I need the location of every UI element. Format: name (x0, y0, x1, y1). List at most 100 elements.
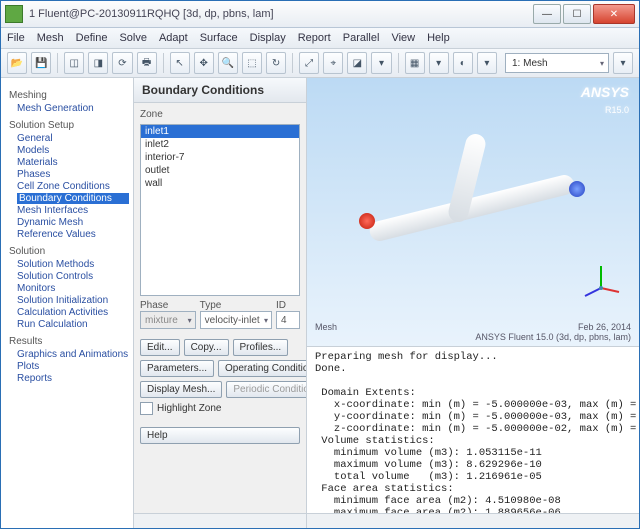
tree-item-run-calc[interactable]: Run Calculation (17, 319, 129, 330)
task-panel: Boundary Conditions Zone inlet1 inlet2 i… (134, 78, 307, 528)
type-select[interactable]: velocity-inlet (200, 311, 272, 329)
operating-conditions-button[interactable]: Operating Conditions... (218, 360, 306, 377)
menu-parallel[interactable]: Parallel (343, 32, 380, 44)
menu-solve[interactable]: Solve (119, 32, 147, 44)
outlet-cap (569, 181, 585, 197)
zone-item-inlet1[interactable]: inlet1 (141, 125, 299, 138)
tree-item-phases[interactable]: Phases (17, 169, 129, 180)
axis-triad-icon (581, 258, 621, 298)
tree-item-dynamic-mesh[interactable]: Dynamic Mesh (17, 217, 129, 228)
phase-select[interactable]: mixture (140, 311, 196, 329)
graphics-viewport[interactable]: ANSYSR15.0 Mesh Feb 26, 2014ANSYS Fluent… (307, 78, 639, 346)
window-title: 1 Fluent@PC-20130911RQHQ [3d, dp, pbns, … (29, 8, 533, 20)
viewport-date: Feb 26, 2014 (578, 322, 631, 332)
tree-solution-setup-header: Solution Setup (9, 120, 129, 131)
tree-item-monitors[interactable]: Monitors (17, 283, 129, 294)
tree-item-ref-values[interactable]: Reference Values (17, 229, 129, 240)
menu-display[interactable]: Display (250, 32, 286, 44)
menu-report[interactable]: Report (298, 32, 331, 44)
tree-solution-header: Solution (9, 246, 129, 257)
ansys-logo: ANSYSR15.0 (581, 84, 629, 116)
copy-button[interactable]: Copy... (184, 339, 229, 356)
menu-surface[interactable]: Surface (200, 32, 238, 44)
refresh-icon[interactable]: ⟳ (112, 52, 132, 74)
edit-button[interactable]: Edit... (140, 339, 180, 356)
menu-define[interactable]: Define (76, 32, 108, 44)
tree-item-methods[interactable]: Solution Methods (17, 259, 129, 270)
pan-icon[interactable]: ✥ (194, 52, 214, 74)
tree-item-mesh-interfaces[interactable]: Mesh Interfaces (17, 205, 129, 216)
tree-item-calc-act[interactable]: Calculation Activities (17, 307, 129, 318)
minimize-button[interactable]: — (533, 4, 561, 24)
viewport-label: Mesh (315, 322, 337, 342)
menu-adapt[interactable]: Adapt (159, 32, 188, 44)
light-icon[interactable]: ▾ (429, 52, 449, 74)
id-label: ID (276, 300, 300, 311)
tree-meshing-header: Meshing (9, 90, 129, 101)
menu-file[interactable]: File (7, 32, 25, 44)
viewport-selector[interactable]: 1: Mesh (505, 53, 609, 73)
text-console[interactable]: Preparing mesh for display... Done. Doma… (307, 346, 639, 513)
save-icon[interactable]: 💾 (31, 52, 51, 74)
zone-item-wall[interactable]: wall (141, 177, 299, 190)
highlight-zone-checkbox[interactable]: Highlight Zone (140, 402, 300, 415)
zoom-in-icon[interactable]: 🔍 (218, 52, 238, 74)
panel-title: Boundary Conditions (134, 78, 306, 103)
tree-item-controls[interactable]: Solution Controls (17, 271, 129, 282)
id-field[interactable]: 4 (276, 311, 300, 329)
highlight-zone-label: Highlight Zone (157, 403, 221, 414)
pointer-icon[interactable]: ↖ (170, 52, 190, 74)
maximize-button[interactable]: ☐ (563, 4, 591, 24)
iso-icon[interactable]: ◪ (347, 52, 367, 74)
menu-help[interactable]: Help (427, 32, 450, 44)
tree-item-boundary-conditions[interactable]: Boundary Conditions (17, 193, 129, 204)
titlebar: 1 Fluent@PC-20130911RQHQ [3d, dp, pbns, … (1, 1, 639, 28)
tree-results-header: Results (9, 336, 129, 347)
viewport-options-icon[interactable]: ▾ (613, 52, 633, 74)
wire-icon[interactable]: ▾ (477, 52, 497, 74)
tree-item-mesh-generation[interactable]: Mesh Generation (17, 103, 129, 114)
zoom-box-icon[interactable]: ⬚ (242, 52, 262, 74)
tree-item-cell-zone[interactable]: Cell Zone Conditions (17, 181, 129, 192)
tree-item-general[interactable]: General (17, 133, 129, 144)
view2-icon[interactable]: ◨ (88, 52, 108, 74)
dropdown-icon[interactable]: ▾ (371, 52, 391, 74)
grid-icon[interactable]: ▦ (405, 52, 425, 74)
display-mesh-button[interactable]: Display Mesh... (140, 381, 222, 398)
shade-icon[interactable]: ◐ (453, 52, 473, 74)
profiles-button[interactable]: Profiles... (233, 339, 289, 356)
zone-label: Zone (140, 109, 300, 120)
toolbar: 📂 💾 ◫ ◨ ⟳ 🖶 ↖ ✥ 🔍 ⬚ ↻ ⤢ ⌖ ◪ ▾ ▦ ▾ ◐ ▾ 1:… (1, 49, 639, 78)
type-label: Type (200, 300, 272, 311)
zone-list[interactable]: inlet1 inlet2 interior-7 outlet wall (140, 124, 300, 296)
tree-item-reports[interactable]: Reports (17, 373, 129, 384)
panel-scrollbar[interactable] (134, 513, 306, 528)
zone-item-outlet[interactable]: outlet (141, 164, 299, 177)
tree-item-materials[interactable]: Materials (17, 157, 129, 168)
periodic-conditions-button[interactable]: Periodic Conditions... (226, 381, 306, 398)
menu-view[interactable]: View (391, 32, 415, 44)
menubar: File Mesh Define Solve Adapt Surface Dis… (1, 28, 639, 49)
help-button[interactable]: Help (140, 427, 300, 444)
fit-icon[interactable]: ⤢ (299, 52, 319, 74)
view-icon[interactable]: ◫ (64, 52, 84, 74)
tree-item-plots[interactable]: Plots (17, 361, 129, 372)
tree-item-graphics[interactable]: Graphics and Animations (17, 349, 129, 360)
parameters-button[interactable]: Parameters... (140, 360, 214, 377)
phase-label: Phase (140, 300, 196, 311)
console-scrollbar[interactable] (307, 513, 639, 528)
app-icon (5, 5, 23, 23)
navigation-tree: Meshing Mesh Generation Solution Setup G… (1, 78, 134, 528)
menu-mesh[interactable]: Mesh (37, 32, 64, 44)
tree-item-init[interactable]: Solution Initialization (17, 295, 129, 306)
zone-item-inlet2[interactable]: inlet2 (141, 138, 299, 151)
print-icon[interactable]: 🖶 (137, 52, 157, 74)
open-icon[interactable]: 📂 (7, 52, 27, 74)
axes-icon[interactable]: ⌖ (323, 52, 343, 74)
tree-item-models[interactable]: Models (17, 145, 129, 156)
viewport-version: ANSYS Fluent 15.0 (3d, dp, pbns, lam) (475, 332, 631, 342)
close-button[interactable]: ✕ (593, 4, 635, 24)
inlet1-cap (359, 213, 375, 229)
rotate-icon[interactable]: ↻ (266, 52, 286, 74)
zone-item-interior[interactable]: interior-7 (141, 151, 299, 164)
